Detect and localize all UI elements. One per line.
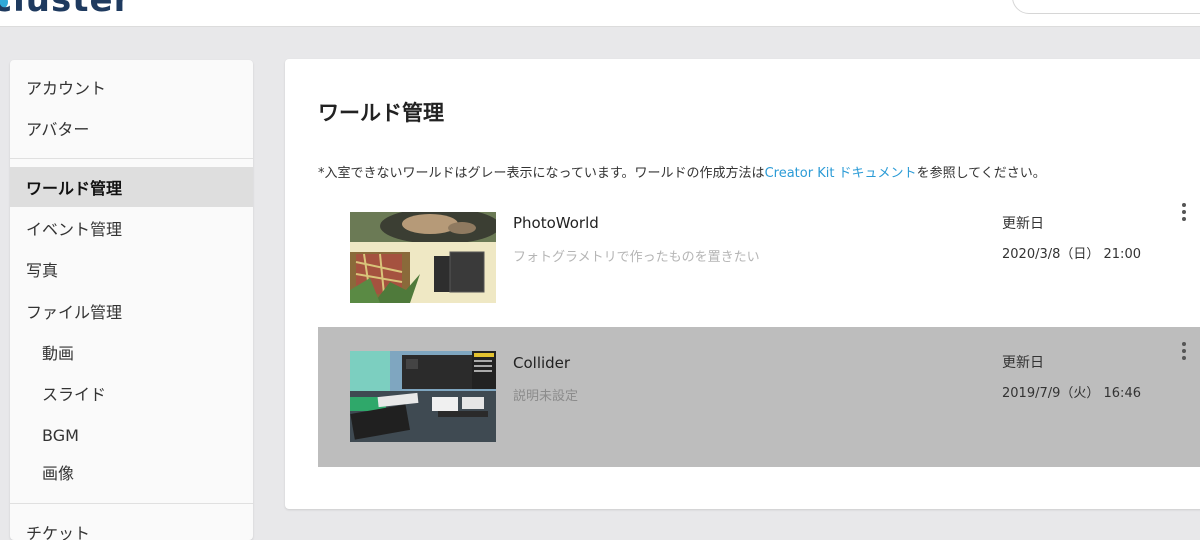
world-description: 説明未設定 xyxy=(513,389,579,404)
sidebar-item-bgm[interactable]: BGM xyxy=(10,415,253,455)
sidebar-item-account[interactable]: アカウント xyxy=(10,67,253,107)
sidebar-item-photos[interactable]: 写真 xyxy=(10,249,253,289)
sidebar-item-tickets[interactable]: チケット xyxy=(10,512,253,540)
creator-kit-docs-link[interactable]: Creator Kit ドキュメント xyxy=(765,166,917,181)
app-logo[interactable]: cluster xyxy=(0,0,131,20)
notice-prefix: *入室できないワールドはグレー表示になっています。ワールドの作成方法は xyxy=(318,166,765,181)
sidebar-item-video[interactable]: 動画 xyxy=(10,332,253,372)
world-thumbnail xyxy=(350,351,496,442)
world-management-panel: ワールド管理 *入室できないワールドはグレー表示になっています。ワールドの作成方… xyxy=(285,59,1200,509)
world-thumbnail xyxy=(350,212,496,303)
world-thumbnail-image xyxy=(350,351,496,442)
world-row-collider[interactable]: Collider 説明未設定 更新日 2019/7/9（火） 16:46 xyxy=(318,327,1200,467)
notice-suffix: を参照してください。 xyxy=(916,166,1046,181)
sidebar-divider xyxy=(10,503,253,504)
sidebar-item-slides[interactable]: スライド xyxy=(10,373,253,413)
world-row-photoworld[interactable]: PhotoWorld フォトグラメトリで作ったものを置きたい 更新日 2020/… xyxy=(318,192,1200,332)
world-description: フォトグラメトリで作ったものを置きたい xyxy=(513,250,760,265)
top-bar: cluster xyxy=(0,0,1200,27)
sidebar-item-avatar[interactable]: アバター xyxy=(10,108,253,148)
sidebar-item-file-management[interactable]: ファイル管理 xyxy=(10,291,253,331)
world-name[interactable]: Collider xyxy=(513,354,570,372)
updated-date: 2019/7/9（火） 16:46 xyxy=(1002,386,1141,401)
sidebar: アカウント アバター ワールド管理 イベント管理 写真 ファイル管理 動画 スラ… xyxy=(10,60,253,540)
more-vertical-icon[interactable] xyxy=(1176,200,1192,224)
world-thumbnail-image xyxy=(350,212,496,303)
notice-text: *入室できないワールドはグレー表示になっています。ワールドの作成方法はCreat… xyxy=(318,162,1046,181)
updated-label: 更新日 xyxy=(1002,355,1044,371)
sidebar-item-world-management[interactable]: ワールド管理 xyxy=(10,167,253,207)
sidebar-item-event-management[interactable]: イベント管理 xyxy=(10,208,253,248)
header-search-field[interactable] xyxy=(1012,0,1200,14)
updated-date: 2020/3/8（日） 21:00 xyxy=(1002,247,1141,262)
sidebar-divider xyxy=(10,158,253,159)
more-vertical-icon[interactable] xyxy=(1176,339,1192,363)
world-name[interactable]: PhotoWorld xyxy=(513,214,599,232)
sidebar-item-images[interactable]: 画像 xyxy=(10,452,253,492)
updated-label: 更新日 xyxy=(1002,216,1044,232)
page-title: ワールド管理 xyxy=(318,101,444,125)
